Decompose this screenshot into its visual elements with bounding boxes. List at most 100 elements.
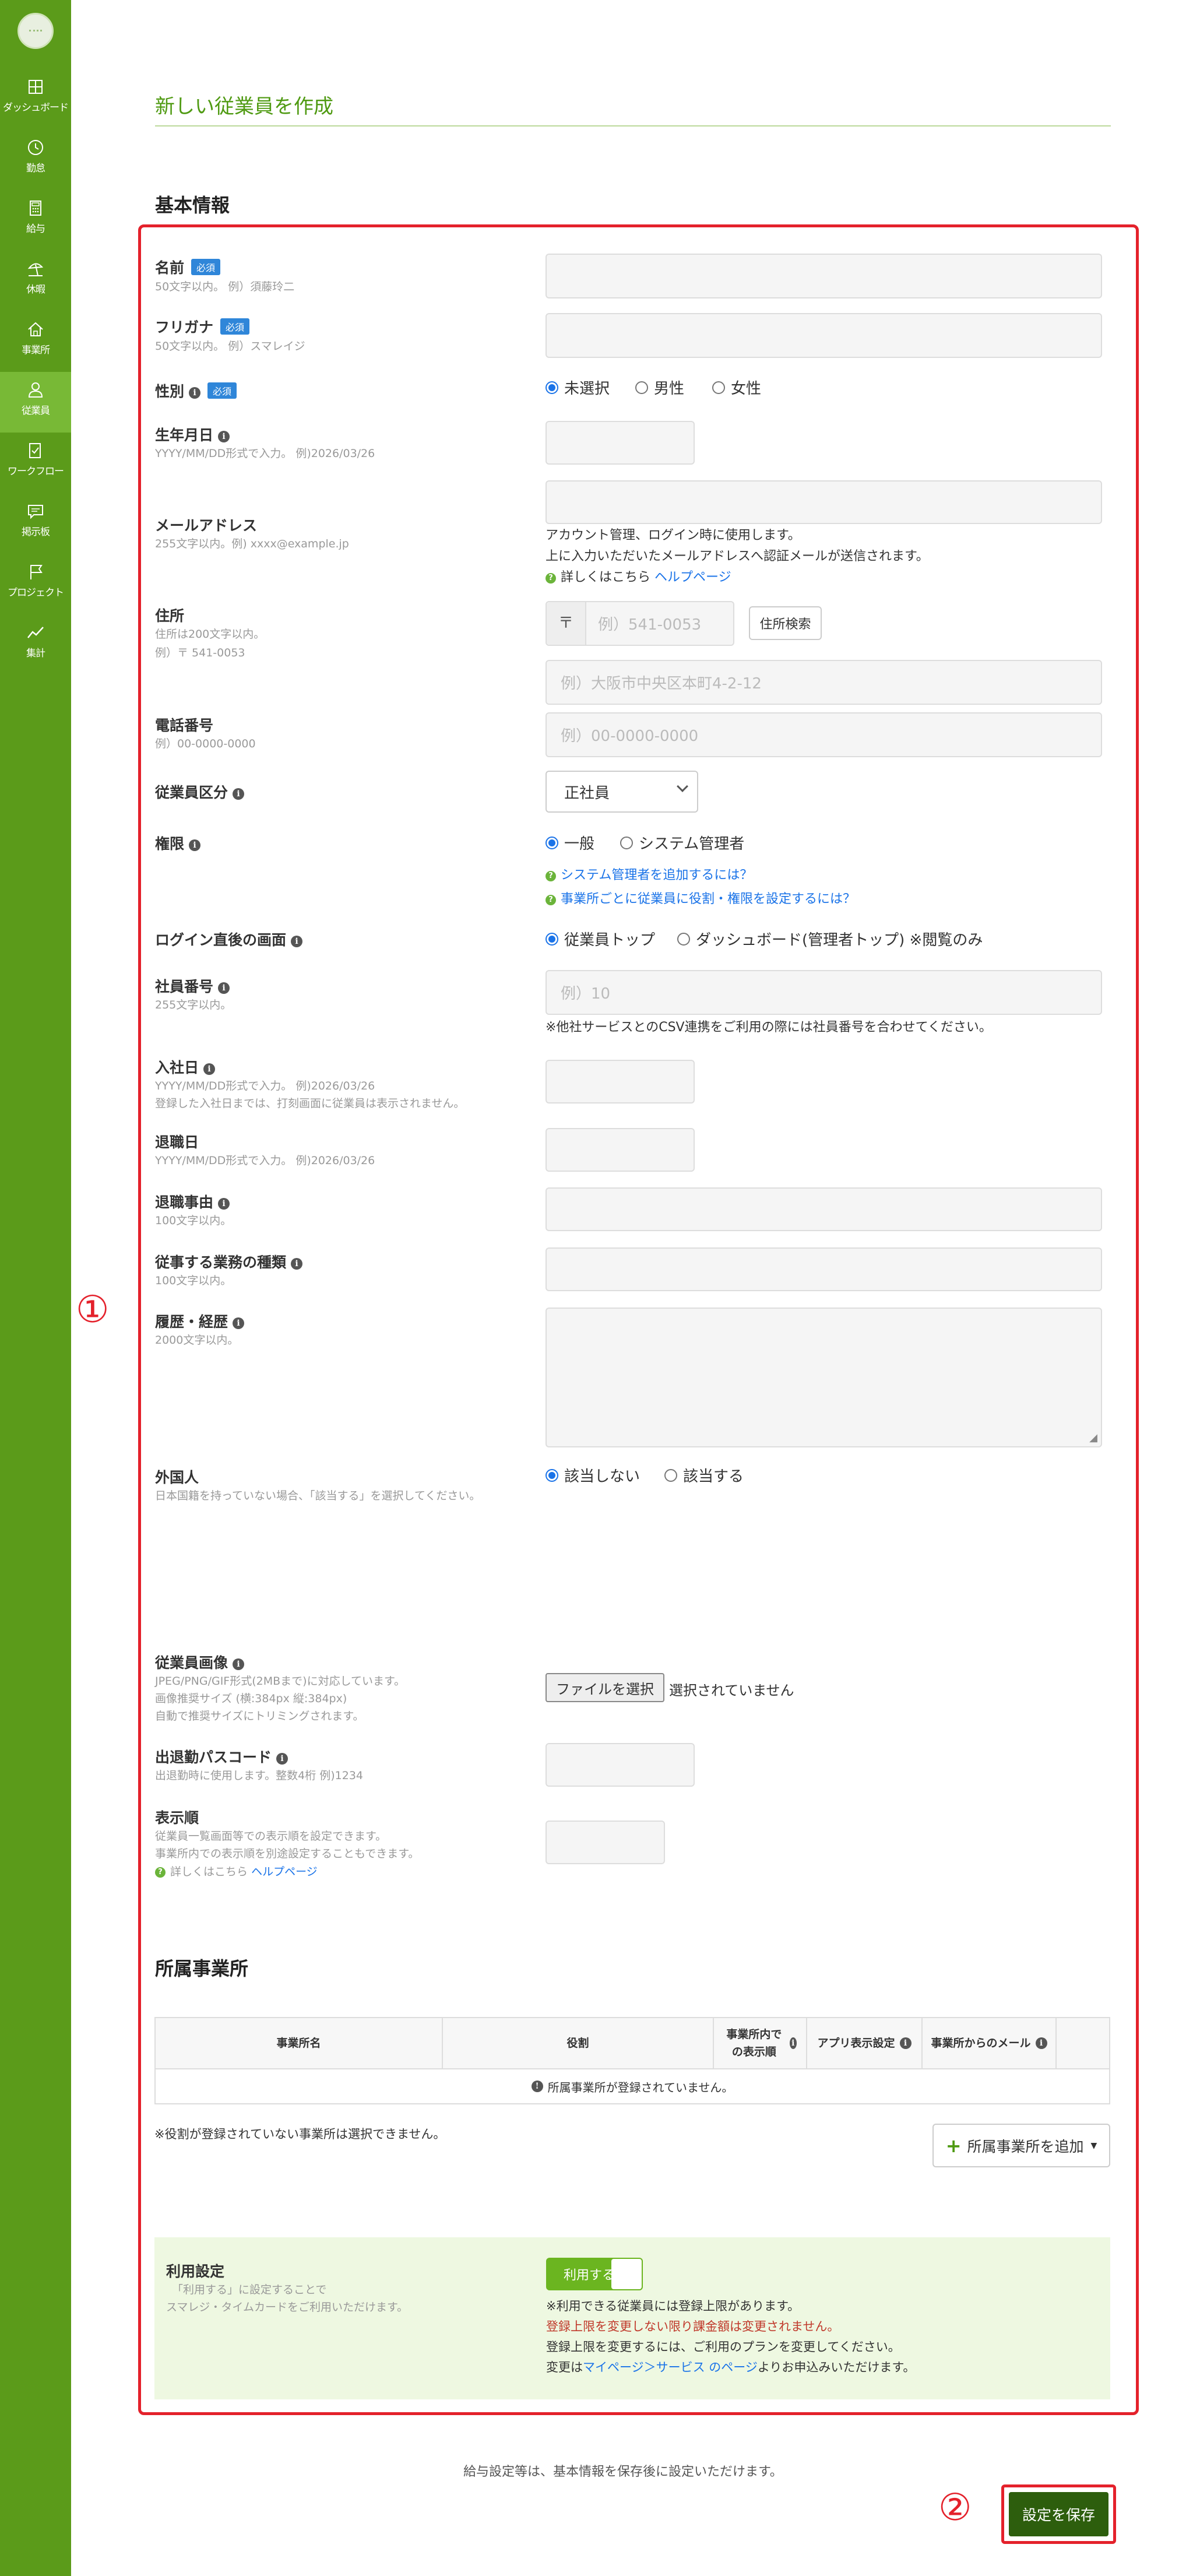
employee-no-note: ※他社サービスとのCSV連携をご利用の際には社員番号を合わせてください。 — [546, 1020, 992, 1035]
zip-input[interactable]: 〒 例）541-0053 — [546, 601, 734, 646]
order-help-link[interactable]: ヘルプページ — [251, 1865, 318, 1878]
email-help-link[interactable]: ヘルプページ — [654, 570, 731, 585]
email-hint: 255文字以内。例) xxxx@example.jp — [155, 537, 349, 550]
zip-placeholder: 例）541-0053 — [598, 616, 702, 634]
radio-icon — [677, 932, 690, 946]
radio-icon — [546, 381, 558, 394]
login-radio-employee-top[interactable]: 従業員トップ — [546, 928, 655, 950]
table-header: 役割 — [443, 2018, 714, 2068]
employee-no-input[interactable]: 例）10 — [546, 970, 1102, 1015]
gender-radio-female[interactable]: 女性 — [712, 377, 761, 398]
sidebar-item-label: ワークフロー — [8, 466, 64, 477]
history-label: 履歴・経歴 i — [155, 1310, 245, 1331]
usage-note-4: 変更はマイページ＞サービス のページよりお申込みいただけます。 — [546, 2360, 916, 2374]
chevron-down-icon — [677, 781, 688, 792]
info-icon: i — [189, 387, 201, 399]
help-icon: ? — [546, 871, 556, 881]
info-icon: i — [189, 839, 201, 851]
radio-icon — [546, 836, 558, 849]
permission-radio-general[interactable]: 一般 — [546, 832, 594, 853]
usage-note-1: ※利用できる従業員には登録上限があります。 — [546, 2299, 800, 2313]
leave-reason-input[interactable] — [546, 1187, 1102, 1231]
permission-help-2[interactable]: ? 事業所ごとに従業員に役割・権限を設定するには？ — [546, 888, 856, 907]
order-input[interactable] — [546, 1821, 665, 1864]
join-date-hint-1: YYYY/MM/DD形式で入力。 例)2026/03/26 — [155, 1080, 375, 1092]
join-date-input[interactable] — [546, 1060, 695, 1104]
sidebar-item-leave[interactable]: 休暇 — [0, 251, 71, 311]
radio-icon — [664, 1468, 677, 1482]
permission-help-1[interactable]: ? システム管理者を追加するには？ — [546, 864, 752, 883]
kana-hint: 50文字以内。 例）スマレイジ — [155, 340, 305, 353]
sidebar-item-label: プロジェクト — [8, 587, 64, 599]
photo-hint-2: 画像推奨サイズ (横:384px 縦:384px) — [155, 1692, 347, 1705]
sidebar-item-summary[interactable]: 集計 — [0, 614, 71, 675]
passcode-label: 出退勤パスコード i — [155, 1746, 288, 1767]
address-input[interactable]: 例）大阪市中央区本町4-2-12 — [546, 660, 1102, 705]
leave-date-label: 退職日 — [155, 1134, 199, 1151]
save-highlight: 設定を保存 — [1001, 2484, 1116, 2544]
address-hint-2: 例）〒 541-0053 — [155, 646, 245, 659]
address-label: 住所 — [155, 607, 185, 624]
foreigner-radio-yes[interactable]: 該当する — [664, 1464, 744, 1486]
sidebar-item-stores[interactable]: 事業所 — [0, 311, 71, 372]
gender-radio-unselected[interactable]: 未選択 — [546, 377, 610, 398]
kana-input[interactable] — [546, 313, 1102, 358]
gender-radio-male[interactable]: 男性 — [635, 377, 684, 398]
file-select-button[interactable]: ファイルを選択 — [546, 1673, 664, 1702]
sidebar-item-label: 事業所 — [22, 345, 50, 356]
foreigner-label: 外国人 — [155, 1469, 199, 1486]
usage-note-3: 登録上限を変更するには、ご利用のプランを変更してください。 — [546, 2340, 900, 2354]
leave-date-input[interactable] — [546, 1128, 695, 1172]
email-note-1: アカウント管理、ログイン時に使用します。 — [546, 528, 801, 543]
info-icon: i — [233, 1658, 245, 1670]
usage-toggle[interactable]: 利用する — [546, 2258, 643, 2290]
resize-handle-icon: ◢ — [1089, 1432, 1097, 1444]
login-radio-dashboard[interactable]: ダッシュボード(管理者トップ) ※閲覧のみ — [677, 928, 983, 950]
sidebar-item-dashboard[interactable]: ダッシュボード — [0, 69, 71, 129]
info-icon: i — [899, 2037, 912, 2049]
phone-label: 電話番号 — [155, 717, 214, 734]
order-hint-1: 従業員一覧画面等での表示順を設定できます。 — [155, 1830, 387, 1843]
save-button[interactable]: 設定を保存 — [1009, 2492, 1108, 2536]
passcode-input[interactable] — [546, 1743, 695, 1787]
avatar[interactable] — [17, 13, 54, 49]
sidebar-item-label: 従業員 — [22, 405, 50, 417]
history-textarea[interactable]: ◢ — [546, 1308, 1102, 1447]
sidebar-item-label: 集計 — [26, 648, 45, 659]
help-icon: ? — [546, 895, 556, 905]
address-search-button[interactable]: 住所検索 — [749, 606, 822, 640]
stores-table: 事業所名 役割 事業所内での表示順 i アプリ表示設定 i 事業所からのメール i !… — [154, 2017, 1110, 2104]
join-date-label: 入社日 i — [155, 1056, 216, 1077]
sidebar-item-workflow[interactable]: ワークフロー — [0, 433, 71, 493]
add-store-button[interactable]: + 所属事業所を追加 ▼ — [932, 2124, 1110, 2167]
phone-input[interactable]: 例）00-0000-0000 — [546, 712, 1102, 757]
sidebar-item-attendance[interactable]: 勤怠 — [0, 129, 71, 190]
sidebar-item-project[interactable]: プロジェクト — [0, 554, 71, 614]
leave-reason-hint: 100文字以内。 — [155, 1214, 232, 1227]
login-screen-label: ログイン直後の画面 i — [155, 929, 303, 950]
employee-no-label: 社員番号 i — [155, 975, 230, 996]
category-select[interactable]: 正社員 — [546, 771, 698, 813]
name-hint: 50文字以内。 例）須藤玲二 — [155, 280, 295, 293]
birthday-input[interactable] — [546, 421, 695, 465]
info-icon: i — [1035, 2037, 1047, 2049]
job-type-input[interactable] — [546, 1247, 1102, 1291]
chat-icon — [28, 505, 43, 519]
sidebar-item-employees[interactable]: 従業員 — [0, 372, 71, 433]
foreigner-radio-no[interactable]: 該当しない — [546, 1464, 640, 1486]
permission-radio-admin[interactable]: システム管理者 — [620, 832, 744, 853]
sidebar-item-payroll[interactable]: 給与 — [0, 190, 71, 251]
radio-icon — [635, 381, 648, 394]
mypage-link[interactable]: マイページ＞サービス のページ — [583, 2360, 758, 2374]
marker-2: ② — [938, 2486, 972, 2529]
footer-note: 給与設定等は、基本情報を保存後に設定いただけます。 — [463, 2465, 783, 2479]
name-input[interactable] — [546, 254, 1102, 298]
email-input[interactable] — [546, 480, 1102, 524]
permission-label: 権限 i — [155, 832, 201, 853]
sidebar-item-board[interactable]: 掲示板 — [0, 493, 71, 554]
passcode-hint: 出退勤時に使用します。整数4桁 例)1234 — [155, 1769, 363, 1782]
name-label: 名前 必須 — [155, 256, 221, 277]
table-header-empty — [1057, 2018, 1109, 2068]
usage-hint-2: スマレジ・タイムカードをご利用いただけます。 — [166, 2301, 409, 2314]
required-badge: 必須 — [191, 259, 221, 275]
